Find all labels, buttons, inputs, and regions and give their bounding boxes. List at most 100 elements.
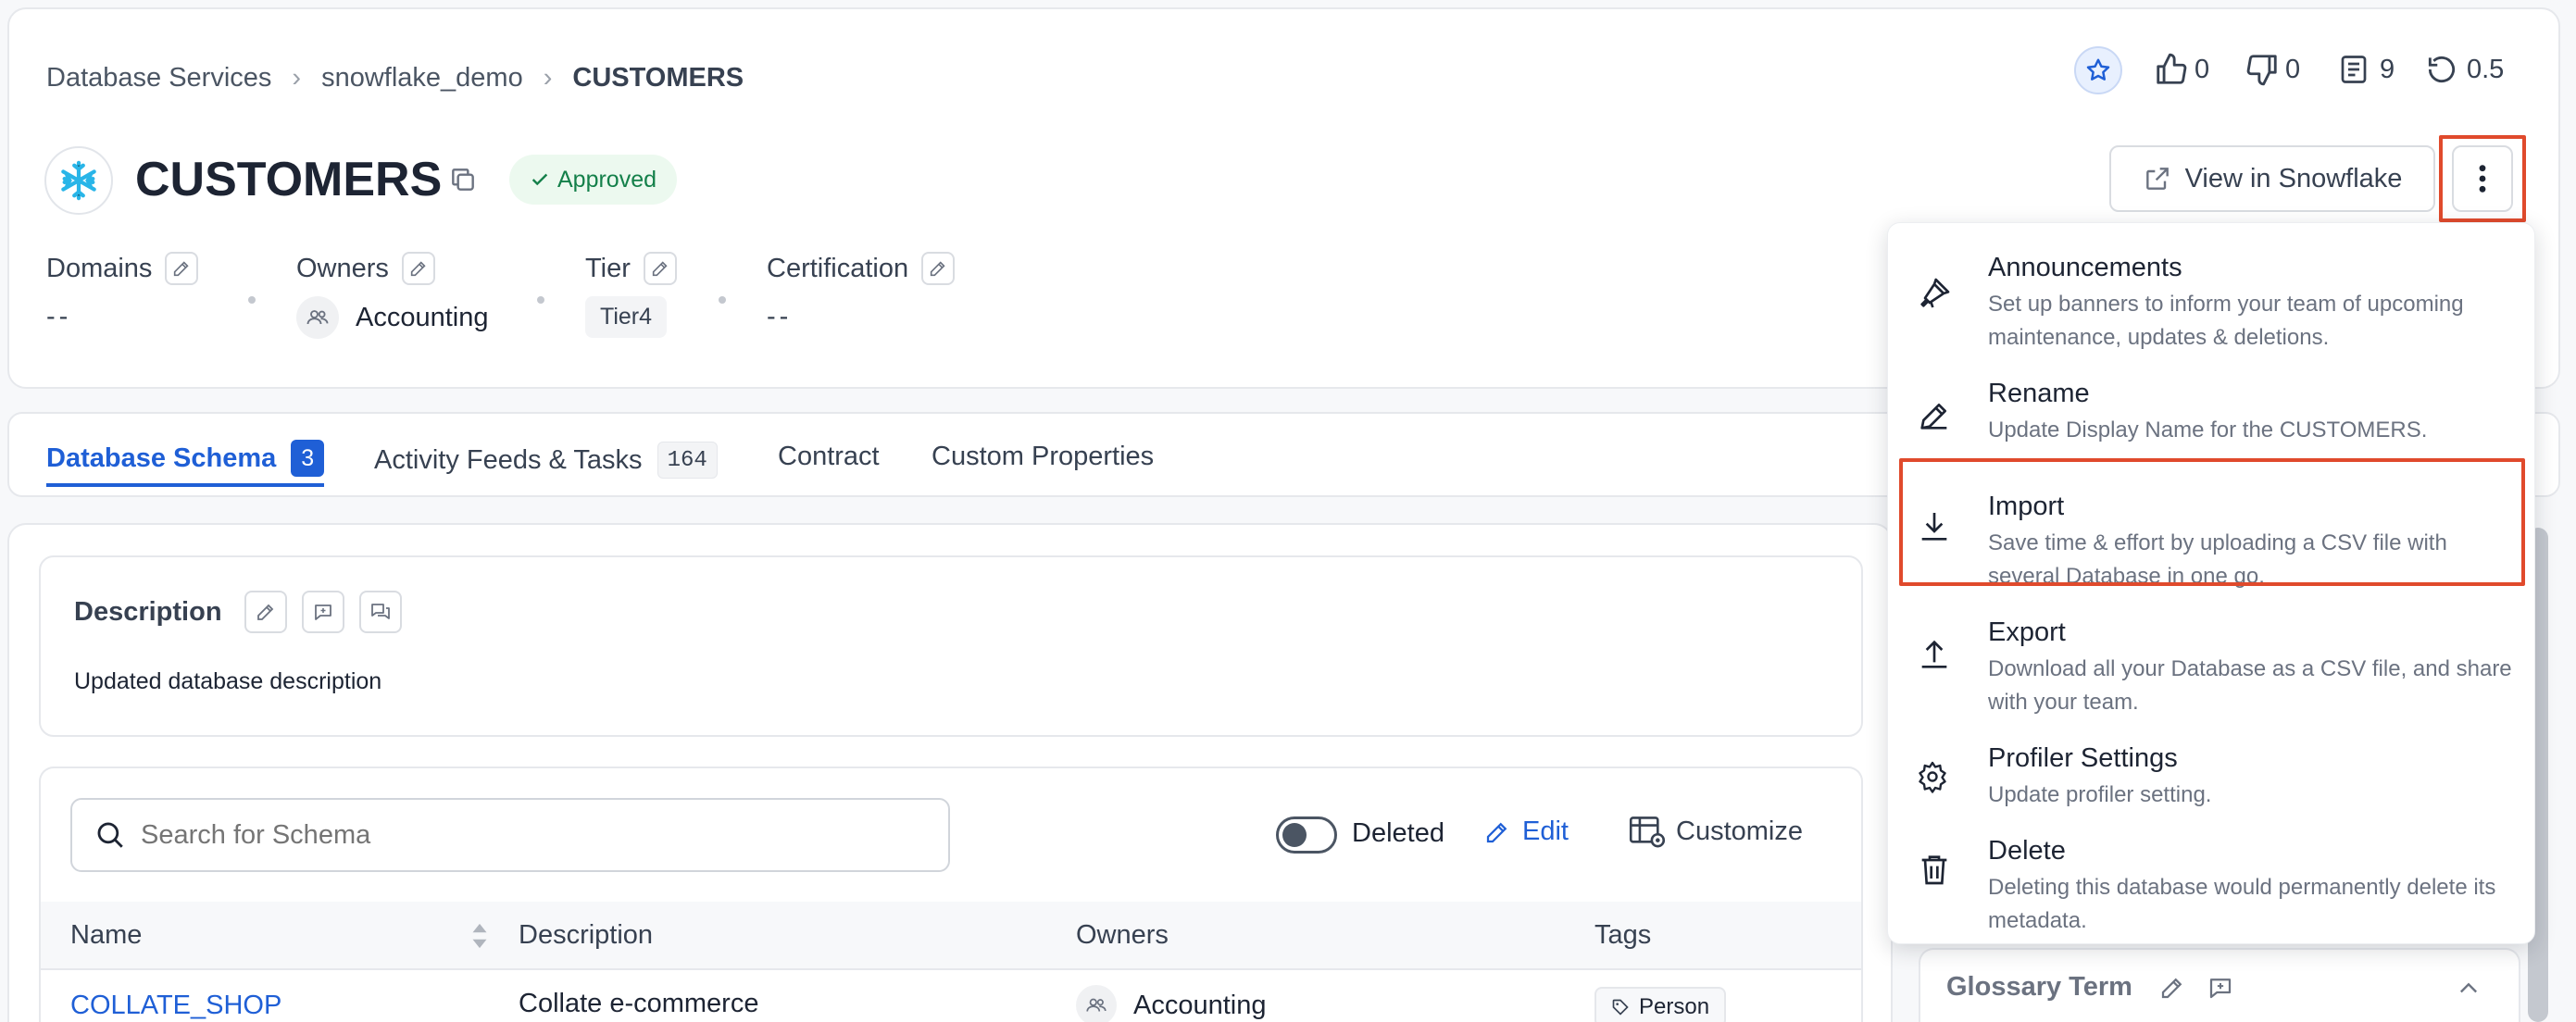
sort-icon[interactable] xyxy=(470,922,489,950)
menu-item-export[interactable]: Export Download all your Database as a C… xyxy=(1888,588,2536,715)
separator-dot xyxy=(537,296,544,304)
menu-item-description: Update profiler setting. xyxy=(1988,782,2212,807)
request-description-button[interactable] xyxy=(301,591,344,633)
column-header-name[interactable]: Name xyxy=(70,920,142,951)
row-owner-link[interactable]: Accounting xyxy=(1133,991,1267,1021)
table-row xyxy=(41,972,1861,1022)
search-box[interactable] xyxy=(70,798,950,872)
snowflake-logo xyxy=(44,146,113,215)
copy-button[interactable] xyxy=(446,163,480,196)
edit-owners-button[interactable] xyxy=(401,252,435,285)
tier-label: Tier xyxy=(585,253,631,283)
chevron-right-icon: › xyxy=(543,62,553,93)
kebab-menu-icon xyxy=(2479,165,2486,193)
separator-dot xyxy=(248,296,256,304)
table-settings-icon xyxy=(1629,816,1666,848)
pencil-icon xyxy=(410,261,426,277)
check-icon xyxy=(531,173,548,186)
menu-item-description: Update Display Name for the CUSTOMERS. xyxy=(1988,418,2428,442)
breadcrumb-item-service[interactable]: snowflake_demo xyxy=(321,63,523,93)
domains-value: -- xyxy=(46,302,72,331)
more-options-button[interactable] xyxy=(2452,145,2513,212)
pencil-icon xyxy=(1486,822,1507,842)
edit-certification-button[interactable] xyxy=(921,252,956,285)
import-highlight xyxy=(1899,458,2525,586)
domains-label: Domains xyxy=(46,253,153,283)
description-text: Updated database description xyxy=(74,668,382,694)
pencil-icon xyxy=(256,604,273,620)
history-icon xyxy=(2428,56,2456,83)
message-icon[interactable] xyxy=(2207,974,2234,1002)
pencil-icon xyxy=(652,261,668,277)
pen-icon xyxy=(1916,397,1953,434)
status-badge: Approved xyxy=(509,155,678,205)
menu-item-description: Download all your Database as a CSV file… xyxy=(1988,656,2512,715)
pencil-icon[interactable] xyxy=(2158,974,2186,1002)
chat-icon xyxy=(370,604,390,619)
tag-icon xyxy=(1612,999,1629,1016)
collapse-button[interactable] xyxy=(2456,976,2482,1002)
like-button[interactable]: 0 xyxy=(2154,52,2209,87)
upload-icon xyxy=(1916,636,1953,673)
customize-label: Customize xyxy=(1676,816,1803,846)
separator-dot xyxy=(719,296,726,304)
menu-item-rename[interactable]: Rename Update Display Name for the CUSTO… xyxy=(1888,349,2536,475)
deleted-toggle[interactable] xyxy=(1276,816,1337,854)
breadcrumb-item-services[interactable]: Database Services xyxy=(46,63,271,93)
glossary-term-header: Glossary Term xyxy=(1946,972,2234,1003)
menu-item-profiler-settings[interactable]: Profiler Settings Update profiler settin… xyxy=(1888,714,2536,807)
conversation-button[interactable] xyxy=(358,591,402,633)
dislike-button[interactable]: 0 xyxy=(2245,52,2300,87)
tag-label: Person xyxy=(1639,994,1710,1019)
edit-tier-button[interactable] xyxy=(643,252,677,285)
search-input[interactable] xyxy=(141,819,900,851)
table-header xyxy=(41,902,1861,970)
certification-value: -- xyxy=(767,302,793,331)
edit-label: Edit xyxy=(1522,816,1569,846)
menu-item-description: Set up banners to inform your team of up… xyxy=(1988,292,2464,350)
menu-item-description: Deleting this database would permanently… xyxy=(1988,875,2496,933)
thumbs-up-icon xyxy=(2157,53,2187,84)
tab-database-schema[interactable]: Database Schema 3 xyxy=(46,433,325,487)
view-in-snowflake-button[interactable]: View in Snowflake xyxy=(2109,145,2435,212)
status-badge-label: Approved xyxy=(557,166,657,193)
copy-icon xyxy=(452,168,474,191)
schema-name-link[interactable]: COLLATE_SHOP xyxy=(70,991,281,1021)
edit-description-button[interactable] xyxy=(244,591,287,633)
owners-label: Owners xyxy=(296,253,389,283)
megaphone-icon xyxy=(1916,275,1953,312)
tab-contract[interactable]: Contract xyxy=(778,442,880,472)
domains-section: Domains -- xyxy=(46,252,199,332)
tab-activity-feeds[interactable]: Activity Feeds & Tasks 164 xyxy=(374,433,718,487)
team-icon xyxy=(1086,998,1107,1012)
glossary-term-label: Glossary Term xyxy=(1946,972,2132,1002)
dislike-count: 0 xyxy=(2285,54,2301,84)
tab-activity-feeds-label: Activity Feeds & Tasks xyxy=(374,444,643,475)
edit-table-button[interactable]: Edit xyxy=(1483,816,1569,847)
star-icon xyxy=(2086,58,2110,81)
follow-star-button[interactable] xyxy=(2074,46,2122,94)
description-header: Description xyxy=(74,591,402,633)
menu-item-title: Rename xyxy=(1988,379,2090,408)
edit-domains-button[interactable] xyxy=(165,252,199,285)
docs-button[interactable]: 9 xyxy=(2337,52,2395,87)
tier-tag[interactable]: Tier4 xyxy=(585,296,668,338)
tag-chip[interactable]: Person xyxy=(1594,987,1727,1022)
customize-button[interactable]: Customize xyxy=(1628,813,1803,850)
owner-link[interactable]: Accounting xyxy=(356,303,489,333)
pencil-icon xyxy=(174,261,190,277)
tab-custom-properties[interactable]: Custom Properties xyxy=(932,442,1154,472)
toggle-knob xyxy=(1282,823,1307,847)
breadcrumb: Database Services › snowflake_demo › CUS… xyxy=(46,61,744,94)
team-icon xyxy=(306,310,329,325)
menu-item-announcements[interactable]: Announcements Set up banners to inform y… xyxy=(1888,223,2536,350)
menu-item-title: Delete xyxy=(1988,836,2066,866)
menu-item-delete[interactable]: Delete Deleting this database would perm… xyxy=(1888,808,2536,934)
tab-database-schema-count: 3 xyxy=(291,440,325,477)
version-button[interactable]: 0.5 xyxy=(2424,52,2504,87)
external-link-icon xyxy=(2145,168,2169,190)
chevron-right-icon: › xyxy=(292,62,302,93)
more-options-menu: Announcements Set up banners to inform y… xyxy=(1887,222,2535,944)
deleted-label: Deleted xyxy=(1352,818,1444,848)
version-number: 0.5 xyxy=(2467,54,2505,84)
